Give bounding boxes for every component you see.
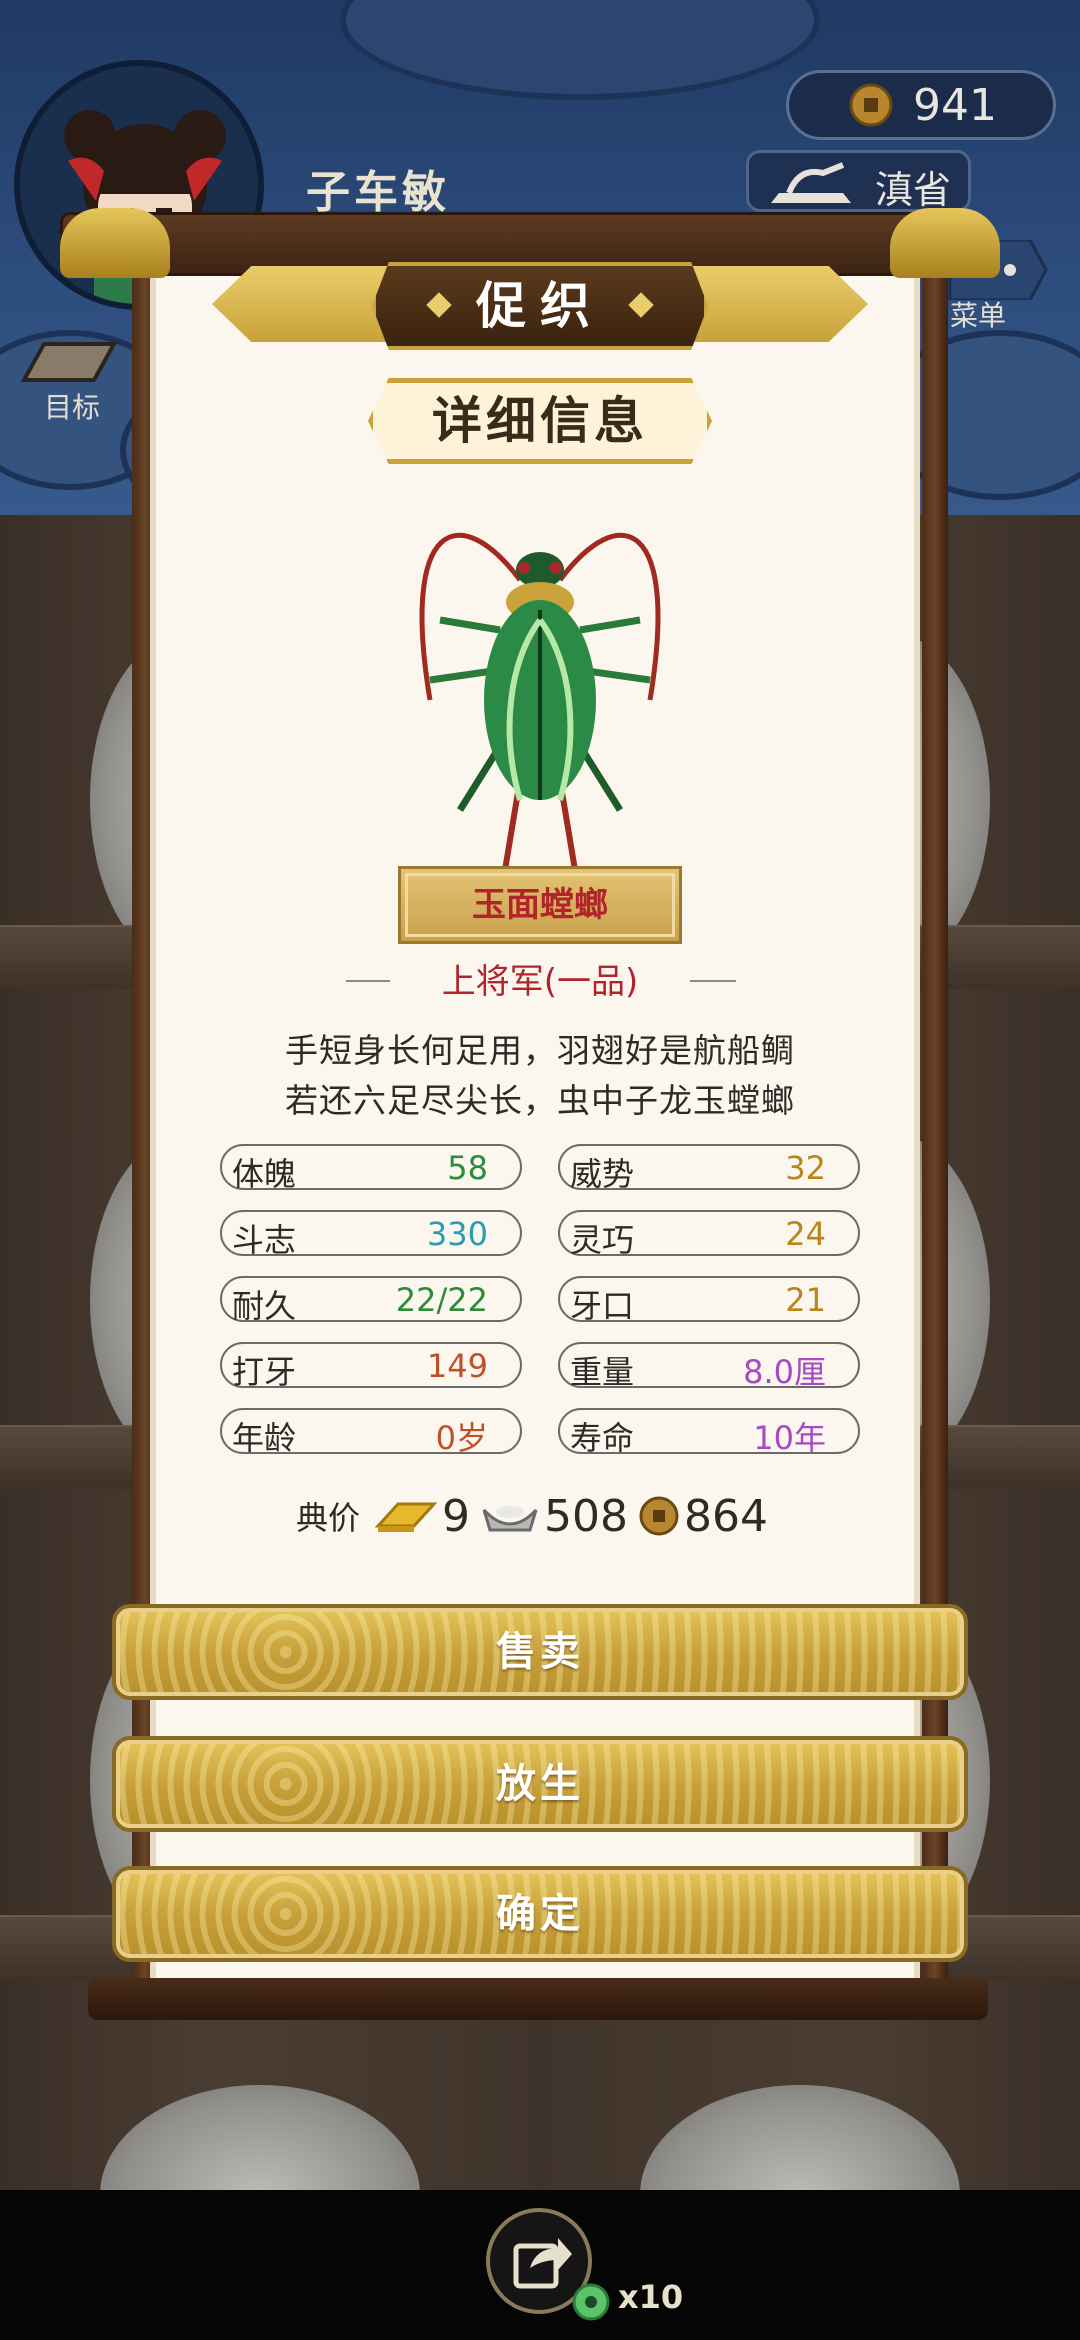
poem-line-1: 手短身长何足用，羽翅好是航船鲷 <box>285 1031 795 1070</box>
silver-ingot-icon <box>482 1506 538 1532</box>
stat-weight: 重量 8.0厘 <box>558 1342 860 1391</box>
goal-label: 目标 <box>44 391 101 424</box>
tray-icon <box>20 342 118 382</box>
insect-rank: 上将军(一品) <box>390 960 690 1004</box>
region-label: 滇省 <box>875 168 952 212</box>
stat-label: 体魄 <box>232 1155 297 1193</box>
panel-header-title: 促织 <box>476 277 604 335</box>
cloud-decoration <box>340 0 820 100</box>
stat-value: 10年 <box>753 1419 826 1457</box>
stat-label: 牙口 <box>570 1287 635 1325</box>
gold-ingot-icon <box>374 1502 438 1532</box>
mantis-icon <box>419 532 661 870</box>
gold-amount: 9 <box>442 1490 471 1542</box>
pawn-price-row: 典价 9 508 864 <box>296 1486 778 1546</box>
stat-age: 年龄 0岁 <box>220 1408 522 1457</box>
stat-value: 0岁 <box>435 1419 488 1457</box>
stat-label: 耐久 <box>232 1287 297 1325</box>
release-button-label: 放生 <box>496 1761 584 1807</box>
lamp-icon <box>771 162 851 203</box>
stat-durability: 耐久 22/22 <box>220 1276 522 1325</box>
player-name: 子车敏 <box>306 167 450 218</box>
copper-coin-icon <box>849 83 893 127</box>
stat-label: 斗志 <box>232 1221 297 1259</box>
confirm-button-label: 确定 <box>496 1891 584 1937</box>
silver-amount: 508 <box>544 1490 628 1542</box>
goal-button[interactable]: 目标 <box>14 330 134 430</box>
copper-coin-icon <box>639 1496 679 1536</box>
stat-value: 21 <box>785 1281 826 1319</box>
scroll-cap-left <box>60 208 170 278</box>
stat-value: 330 <box>426 1215 488 1253</box>
release-button[interactable]: 放生 <box>112 1736 968 1832</box>
sell-button[interactable]: 售卖 <box>112 1604 968 1700</box>
detail-title: 详细信息 <box>432 392 648 450</box>
stat-value: 24 <box>785 1215 826 1253</box>
stat-value: 149 <box>426 1347 488 1385</box>
stat-strike: 打牙 149 <box>220 1342 522 1391</box>
stat-physique: 体魄 58 <box>220 1144 522 1193</box>
poem-line-2: 若还六足尽尖长，虫中子龙玉螳螂 <box>285 1081 795 1120</box>
stat-label: 寿命 <box>570 1419 635 1457</box>
stat-label: 年龄 <box>232 1419 297 1457</box>
stat-agility: 灵巧 24 <box>558 1210 860 1259</box>
menu-label: 菜单 <box>950 299 1007 332</box>
scroll-rod-bottom <box>88 1978 988 2020</box>
coin-amount: 941 <box>913 79 997 131</box>
stat-value: 22/22 <box>395 1281 488 1319</box>
confirm-button[interactable]: 确定 <box>112 1866 968 1962</box>
price-label: 典价 <box>296 1499 361 1537</box>
stat-value: 32 <box>785 1149 826 1187</box>
sell-button-label: 售卖 <box>496 1629 584 1675</box>
stat-label: 灵巧 <box>570 1221 635 1259</box>
jade-coin-icon <box>572 2283 610 2321</box>
stat-bite: 牙口 21 <box>558 1276 860 1325</box>
stat-label: 威势 <box>570 1155 635 1193</box>
scroll-cap-right <box>890 208 1000 278</box>
stat-might: 威势 32 <box>558 1144 860 1193</box>
copper-amount: 864 <box>684 1490 768 1542</box>
region-button[interactable]: 滇省 <box>746 150 971 212</box>
insect-name-plate: 玉面螳螂 <box>398 866 682 944</box>
stat-fighting-spirit: 斗志 330 <box>220 1210 522 1259</box>
coin-counter: 941 <box>786 70 1056 140</box>
stat-label: 打牙 <box>232 1353 297 1391</box>
stat-value: 58 <box>447 1149 488 1187</box>
stat-label: 重量 <box>570 1353 635 1391</box>
stat-lifespan: 寿命 10年 <box>558 1408 860 1457</box>
stat-value: 8.0厘 <box>743 1353 826 1391</box>
share-count: x10 <box>618 2278 684 2316</box>
